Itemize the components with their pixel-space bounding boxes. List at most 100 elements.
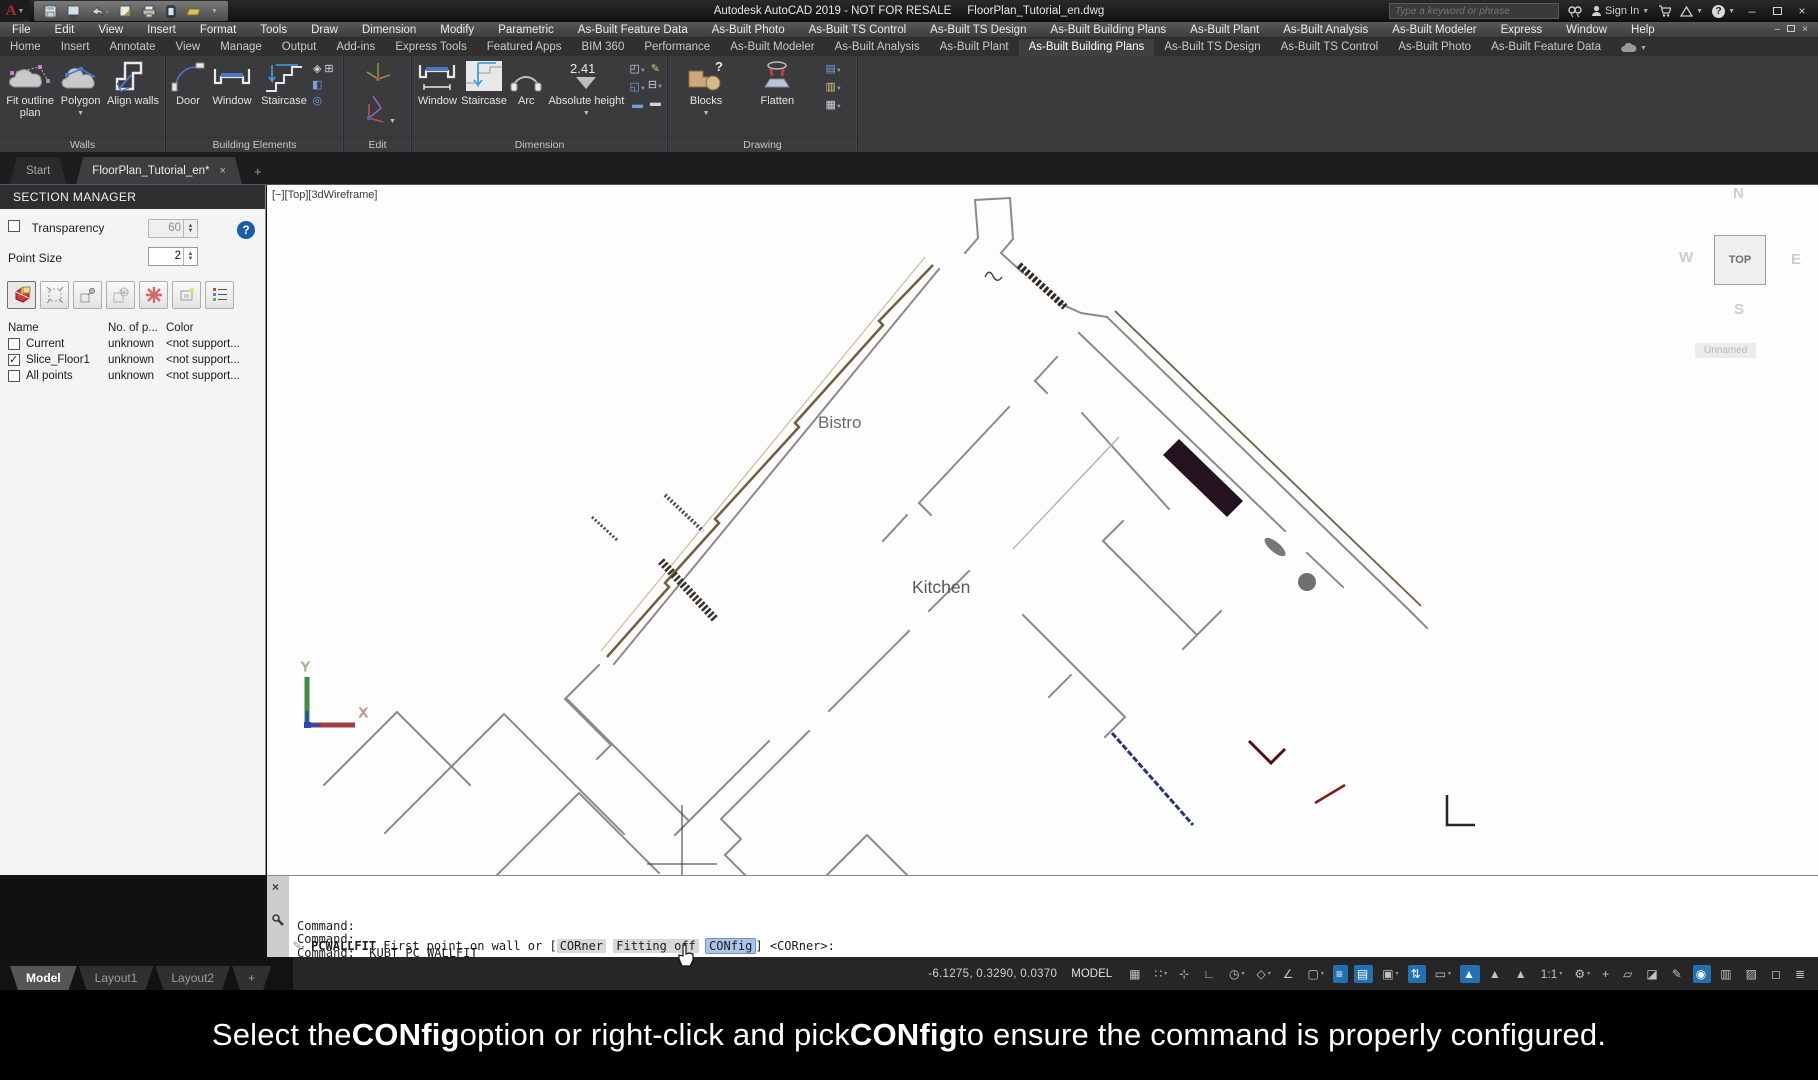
open-folder-icon[interactable]	[186, 5, 201, 17]
help-icon[interactable]: ?	[237, 221, 255, 239]
menu-item[interactable]: As-Built Building Plans	[1038, 24, 1178, 36]
layer-copy-icon[interactable]: ▤▼	[826, 63, 842, 78]
status-toggle-icon[interactable]: ▣ ▾	[1379, 965, 1401, 983]
menu-item[interactable]: Edit	[43, 24, 87, 36]
cart-icon[interactable]	[1658, 5, 1672, 17]
tab-floorplan-tutorial[interactable]: FloorPlan_Tutorial_en* ×	[76, 157, 242, 184]
prompt-segment[interactable]: First point on wall or [	[376, 939, 556, 953]
layout-tab[interactable]: Model	[10, 966, 77, 990]
model-space-button[interactable]: MODEL	[1064, 966, 1119, 982]
restore-button[interactable]	[1769, 4, 1785, 18]
menu-item[interactable]: Express	[1489, 24, 1555, 36]
doc-close-button[interactable]: ×	[1802, 24, 1808, 35]
point-size-spinner[interactable]: 2 ▲ ▼	[148, 247, 198, 266]
edit-axis-icon[interactable]	[363, 59, 393, 90]
connect-cloud-icon[interactable]: ▼	[1611, 43, 1657, 56]
ribbon-tab[interactable]: As-Built Photo	[1388, 39, 1481, 56]
window-button[interactable]: Window	[208, 59, 256, 107]
ribbon-tab[interactable]: As-Built Building Plans	[1018, 39, 1155, 56]
status-toggle-icon[interactable]: ◉	[1692, 964, 1712, 983]
status-toggle-icon[interactable]: ≣	[1792, 965, 1810, 983]
status-toggle-icon[interactable]: ▢ ▾	[1304, 965, 1326, 983]
menu-item[interactable]: As-Built Analysis	[1271, 24, 1380, 36]
table-row[interactable]: All points unknown <not support...	[0, 368, 265, 384]
menu-item[interactable]: View	[86, 24, 135, 36]
view-cube[interactable]: N W E S TOP Unnamed	[1667, 185, 1817, 375]
dim-style-icon[interactable]: ◰▼	[629, 63, 645, 78]
panel-label-edit[interactable]: Edit	[344, 137, 411, 152]
command-pencil-icon[interactable]: ✎▾	[293, 938, 305, 953]
grid-block-icon[interactable]: ⊞	[324, 63, 333, 76]
search-icon[interactable]	[1568, 5, 1582, 17]
doc-restore-button[interactable]	[1787, 24, 1796, 35]
status-toggle-icon[interactable]: ▨	[1743, 965, 1762, 983]
qnew-icon[interactable]	[67, 5, 80, 18]
ribbon-tab[interactable]: As-Built Analysis	[825, 39, 930, 56]
status-toggle-icon[interactable]: ✎	[1669, 965, 1687, 983]
delete-slice-button[interactable]	[139, 281, 168, 309]
menu-item[interactable]: Help	[1619, 24, 1667, 36]
ribbon-tab[interactable]: Express Tools	[385, 39, 476, 56]
sign-in-button[interactable]: Sign In ▼	[1591, 5, 1649, 17]
row-checkbox[interactable]	[8, 353, 20, 366]
ribbon-tab[interactable]: View	[166, 39, 211, 56]
command-window[interactable]: × Command: Command: Command: _KUBT_PC_WALL…	[267, 875, 1818, 973]
command-prompt[interactable]: ✎▾ PCWALLFIT First point on wall or [COR…	[293, 937, 835, 954]
phone-tool-icon[interactable]: ◎	[312, 95, 322, 108]
status-toggle-icon[interactable]: ∟	[1200, 965, 1220, 983]
command-tools-icon[interactable]	[272, 914, 285, 927]
no-slice-button[interactable]: No	[106, 281, 135, 309]
viewcube-top-face[interactable]: TOP	[1714, 235, 1766, 285]
prompt-segment[interactable]	[699, 939, 706, 953]
ribbon-tab[interactable]: Featured Apps	[477, 39, 572, 56]
menu-item[interactable]: As-Built Feature Data	[566, 24, 700, 36]
prompt-segment[interactable]: CONfig	[705, 937, 757, 954]
ribbon-tab[interactable]: Home	[0, 39, 51, 56]
mobile-icon[interactable]	[166, 5, 176, 18]
prompt-segment[interactable]: CORner	[556, 938, 607, 953]
staircase-button[interactable]: Staircase	[258, 59, 310, 107]
dim-edit-icon[interactable]: ✎	[651, 63, 660, 76]
panel-label-drawing[interactable]: Drawing	[668, 137, 857, 152]
ribbon-tab[interactable]: BIM 360	[572, 39, 635, 56]
plot-icon[interactable]	[142, 5, 156, 18]
search-input[interactable]	[1388, 3, 1559, 19]
ribbon-tab[interactable]: Output	[272, 39, 327, 56]
align-walls-button[interactable]: Align walls	[105, 59, 161, 107]
status-toggle-icon[interactable]: 1:1 ▾	[1538, 965, 1566, 983]
menu-item[interactable]: Tools	[248, 24, 299, 36]
menu-item[interactable]: Window	[1554, 24, 1619, 36]
ribbon-tab[interactable]: As-Built Modeler	[720, 39, 824, 56]
viewcube-south[interactable]: S	[1734, 301, 1744, 318]
status-toggle-icon[interactable]: ▤	[1353, 964, 1374, 983]
panel-label-walls[interactable]: Walls	[0, 137, 165, 152]
status-toggle-icon[interactable]: +	[1599, 965, 1614, 983]
menu-item[interactable]: As-Built Plant	[1178, 24, 1271, 36]
menu-item[interactable]: Modify	[428, 24, 486, 36]
prompt-segment[interactable]: ] <CORner>:	[755, 939, 834, 953]
menu-item[interactable]: Format	[188, 24, 248, 36]
box-slice-button[interactable]	[172, 281, 201, 309]
status-toggle-icon[interactable]: ≡	[1332, 964, 1348, 983]
door-button[interactable]: Door	[170, 59, 206, 107]
blocks-button[interactable]: ? Blocks ▼	[683, 59, 729, 120]
status-toggle-icon[interactable]: ◪	[1643, 965, 1662, 983]
save-icon[interactable]	[44, 5, 57, 18]
row-checkbox[interactable]	[8, 370, 20, 382]
select-extents-button[interactable]	[40, 281, 69, 309]
tab-start[interactable]: Start	[10, 157, 66, 184]
table-row[interactable]: Current unknown <not support...	[0, 336, 265, 352]
viewcube-west[interactable]: W	[1679, 249, 1693, 266]
dim-window-button[interactable]: Window	[416, 59, 459, 107]
panel-box-icon[interactable]: ◧	[312, 79, 322, 92]
dim-update-icon[interactable]: ⊟▼	[648, 79, 663, 94]
undo-icon[interactable]	[90, 5, 109, 18]
viewcube-north[interactable]: N	[1733, 185, 1744, 202]
tab-close-icon[interactable]: ×	[220, 165, 226, 177]
ribbon-tab[interactable]: As-Built Feature Data	[1481, 39, 1611, 56]
viewcube-east[interactable]: E	[1791, 251, 1801, 268]
layout-tab[interactable]: +	[232, 966, 271, 990]
table-row[interactable]: Slice_Floor1 unknown <not support...	[0, 352, 265, 368]
flatten-button[interactable]: Flatten	[753, 59, 801, 107]
menu-item[interactable]: Dimension	[350, 24, 428, 36]
